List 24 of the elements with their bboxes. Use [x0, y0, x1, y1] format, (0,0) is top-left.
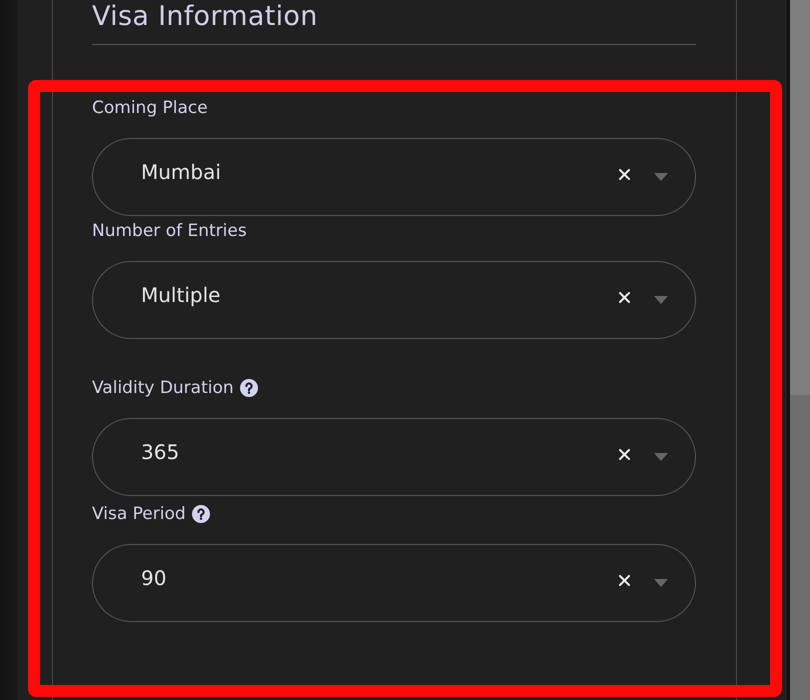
select-field[interactable]: 90 — [92, 544, 696, 622]
help-icon[interactable] — [192, 505, 210, 523]
scrollbar-thumb[interactable] — [790, 0, 810, 395]
help-icon[interactable] — [240, 379, 258, 397]
clear-icon[interactable] — [619, 575, 630, 586]
field-label: Visa Period — [92, 503, 186, 525]
field-label: Number of Entries — [92, 220, 247, 242]
selected-value: Mumbai — [141, 159, 222, 185]
field-label: Coming Place — [92, 97, 208, 119]
caret-icon[interactable] — [654, 173, 668, 181]
select-field[interactable]: 365 — [92, 418, 696, 496]
caret-icon[interactable] — [654, 579, 668, 587]
field-label: Validity Duration — [92, 377, 234, 399]
clear-icon[interactable] — [619, 292, 630, 303]
clear-icon[interactable] — [619, 169, 630, 180]
selected-value: Multiple — [141, 282, 222, 308]
select-field[interactable]: Mumbai — [92, 138, 696, 216]
caret-icon[interactable] — [654, 453, 668, 461]
caret-icon[interactable] — [654, 296, 668, 304]
clear-icon[interactable] — [619, 449, 630, 460]
selected-value: 90 — [141, 565, 168, 591]
select-field[interactable]: Multiple — [92, 261, 696, 339]
selected-value: 365 — [141, 439, 180, 465]
section-title: Visa Information — [92, 0, 319, 34]
